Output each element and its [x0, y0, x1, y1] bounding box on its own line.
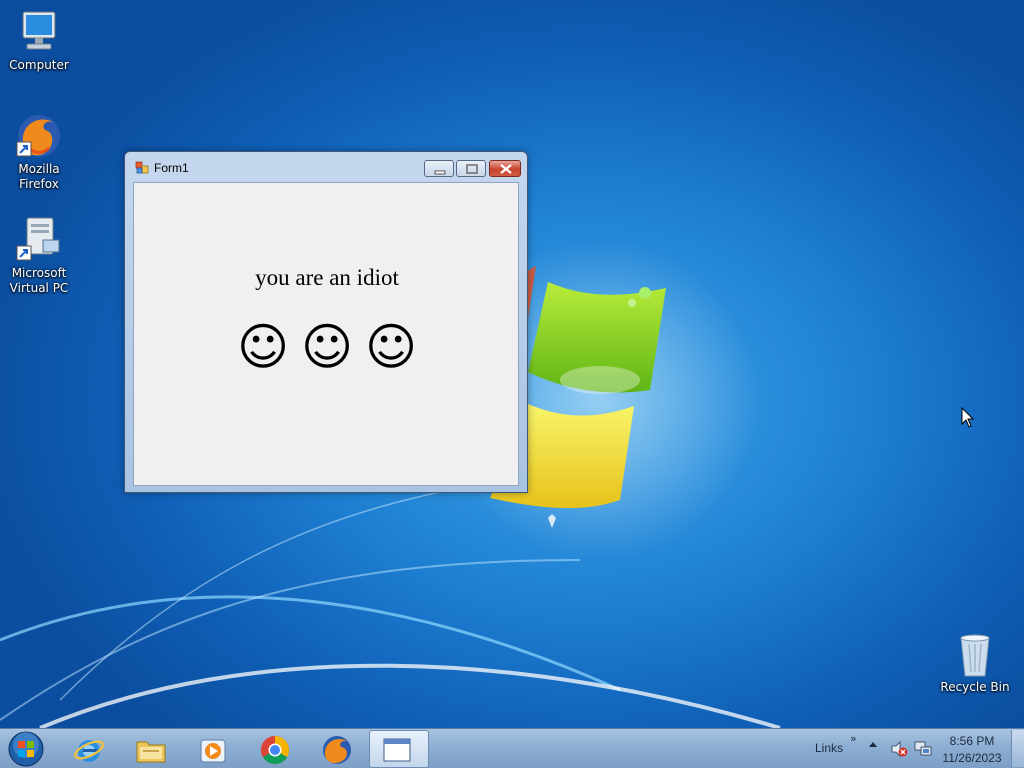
- desktop-icon-computer[interactable]: Computer: [1, 8, 77, 73]
- volume-muted-icon[interactable]: [890, 741, 908, 757]
- form-message-label: you are an idiot: [255, 265, 399, 290]
- form-app-icon: [135, 161, 149, 174]
- desktop-icon-firefox[interactable]: Mozilla Firefox: [1, 112, 77, 192]
- window-title: Form1: [154, 161, 189, 175]
- desktop-icon-label: Recycle Bin: [940, 680, 1010, 694]
- clock-date[interactable]: 11/26/2023: [940, 751, 1004, 765]
- media-player-icon: [200, 739, 226, 763]
- clock-time[interactable]: 8:56 PM: [940, 734, 1004, 748]
- taskbar-internet-explorer[interactable]: [62, 731, 116, 767]
- chrome-icon: [261, 736, 289, 764]
- desktop-icon-label: Microsoft Virtual PC: [9, 266, 69, 295]
- maximize-icon: [466, 164, 478, 174]
- form-client-area: you are an idiot ☺ ☺ ☺: [133, 182, 519, 486]
- links-toolbar-label[interactable]: Links: [815, 741, 843, 755]
- file-explorer-icon: [136, 741, 166, 763]
- virtual-pc-icon: [15, 216, 63, 264]
- minimize-icon: [434, 170, 446, 175]
- taskbar-form1-window[interactable]: [369, 730, 429, 768]
- links-chevron-icon[interactable]: »: [850, 732, 857, 745]
- form-window-icon: [383, 738, 411, 762]
- show-desktop-button[interactable]: [1011, 730, 1024, 767]
- window-titlebar[interactable]: Form1: [125, 152, 527, 182]
- firefox-icon: [323, 736, 351, 764]
- start-button[interactable]: [6, 730, 46, 768]
- taskbar-file-explorer[interactable]: [124, 731, 178, 767]
- taskbar-firefox[interactable]: [310, 731, 364, 767]
- computer-icon: [15, 8, 63, 56]
- desktop-icon-label: Computer: [9, 58, 69, 72]
- desktop-icon-recycle-bin[interactable]: Recycle Bin: [937, 630, 1013, 695]
- maximize-button[interactable]: [456, 160, 486, 177]
- close-button[interactable]: [489, 160, 521, 177]
- desktop-icon-label: Mozilla Firefox: [18, 162, 60, 191]
- close-icon: [500, 164, 512, 174]
- internet-explorer-icon: [74, 740, 104, 762]
- firefox-icon: [15, 112, 63, 160]
- taskbar: Links » 8:56 PM 11/26/2023: [0, 728, 1024, 768]
- smiley-icon: ☺: [364, 318, 418, 376]
- mouse-cursor-icon: [961, 407, 975, 428]
- form1-window[interactable]: Form1 you are an idiot ☺ ☺ ☺: [124, 151, 528, 493]
- desktop[interactable]: Computer Mozilla Firefox Microsoft Virtu…: [0, 0, 1024, 728]
- minimize-button[interactable]: [424, 160, 454, 177]
- smiley-icon: ☺: [300, 318, 354, 376]
- start-orb-icon: [8, 731, 44, 767]
- network-icon[interactable]: [914, 741, 932, 757]
- smiley-icon: ☺: [236, 318, 290, 376]
- show-hidden-icons-arrow-icon[interactable]: [869, 742, 877, 747]
- taskbar-media-player[interactable]: [186, 731, 240, 767]
- recycle-bin-icon: [951, 630, 999, 678]
- smiley-row: ☺ ☺ ☺: [134, 319, 520, 375]
- taskbar-chrome[interactable]: [248, 731, 302, 767]
- desktop-icon-virtual-pc[interactable]: Microsoft Virtual PC: [1, 216, 77, 296]
